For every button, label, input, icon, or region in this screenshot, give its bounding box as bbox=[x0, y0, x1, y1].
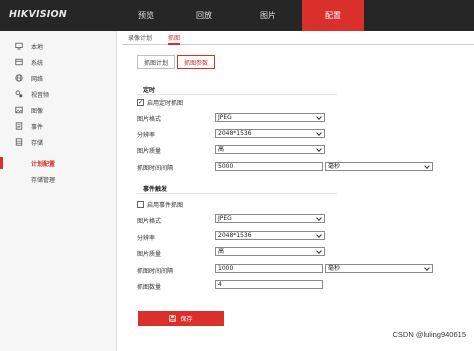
sidebar-item-label: 事件 bbox=[31, 123, 44, 131]
save-icon bbox=[169, 315, 177, 322]
brand-logo: HIKVISION bbox=[9, 9, 67, 20]
tab-capture-schedule[interactable]: 抓图计划 bbox=[137, 55, 176, 69]
sidebar-item-label: 存储 bbox=[31, 139, 44, 147]
section-title-timing: 定时 bbox=[143, 87, 156, 94]
storage-icon bbox=[13, 138, 25, 146]
event-resolution-select[interactable]: 2048*1536 bbox=[215, 231, 325, 240]
watermark: CSDN @luling940615 bbox=[392, 330, 467, 339]
primary-tabs: 录像计划 抓图 bbox=[122, 31, 474, 45]
nav-preview[interactable]: 预览 bbox=[118, 0, 174, 31]
timing-resolution-select[interactable]: 2048*1536 bbox=[215, 129, 325, 138]
sidebar-item-storage[interactable]: 存储 bbox=[0, 134, 116, 150]
event-enable-row: 启用事件抓图 bbox=[137, 200, 183, 209]
timing-quality-label: 图片质量 bbox=[137, 148, 162, 155]
timing-format-select[interactable]: JPEG bbox=[215, 113, 325, 122]
timing-interval-label: 抓图时间间隔 bbox=[137, 165, 174, 172]
event-resolution-label: 分辨率 bbox=[137, 235, 156, 242]
event-interval-label: 抓图时间间隔 bbox=[137, 268, 174, 275]
nav-picture[interactable]: 图片 bbox=[235, 0, 301, 31]
event-count-label: 抓图数量 bbox=[137, 284, 162, 291]
timing-quality-select[interactable]: 高 bbox=[215, 145, 325, 154]
nav-configuration[interactable]: 配置 bbox=[302, 0, 364, 31]
monitor-icon bbox=[13, 42, 25, 50]
sidebar-item-local[interactable]: 本地 bbox=[0, 38, 116, 54]
tab-capture-params[interactable]: 抓图参数 bbox=[177, 55, 216, 69]
section-title-event: 事件触发 bbox=[143, 186, 168, 193]
sidebar-item-event[interactable]: 事件 bbox=[0, 118, 116, 134]
event-format-label: 图片格式 bbox=[137, 218, 162, 225]
event-enable-checkbox[interactable] bbox=[137, 201, 144, 208]
event-format-select[interactable]: JPEG bbox=[215, 214, 325, 223]
tab-record-schedule[interactable]: 录像计划 bbox=[128, 33, 152, 45]
event-interval-input[interactable]: 1000 bbox=[215, 264, 323, 273]
sidebar-item-label: 系统 bbox=[31, 59, 44, 67]
sidebar-item-network[interactable]: 网络 bbox=[0, 70, 116, 86]
timing-interval-unit-select[interactable]: 毫秒 bbox=[325, 162, 433, 171]
nav-playback[interactable]: 回放 bbox=[175, 0, 233, 31]
logo-text: HIKVISION bbox=[9, 9, 67, 20]
timing-interval-input[interactable]: 5000 bbox=[215, 162, 323, 171]
image-icon bbox=[13, 106, 25, 114]
sidebar-item-label: 图像 bbox=[31, 107, 44, 115]
save-button[interactable]: 保存 bbox=[138, 311, 224, 326]
sidebar-item-av[interactable]: 视音频 bbox=[0, 86, 116, 102]
top-bar: HIKVISION 预览 回放 图片 配置 bbox=[0, 0, 474, 31]
secondary-tabs: 抓图计划 抓图参数 bbox=[137, 55, 216, 69]
event-quality-select[interactable]: 高 bbox=[215, 247, 325, 256]
av-icon bbox=[13, 90, 25, 98]
event-count-input[interactable]: 4 bbox=[215, 280, 323, 289]
sidebar-subitem-schedule[interactable]: 计划配置 bbox=[0, 155, 116, 171]
event-enable-label: 启用事件抓图 bbox=[147, 202, 184, 209]
sidebar: 本地 系统 网络 视音频 图像 事件 存储 计划配置 存储管理 bbox=[0, 31, 117, 351]
sidebar-item-label: 本地 bbox=[31, 43, 44, 51]
timing-format-label: 图片格式 bbox=[137, 116, 162, 123]
event-icon bbox=[13, 122, 25, 130]
globe-icon bbox=[13, 74, 25, 82]
sidebar-item-label: 视音频 bbox=[31, 91, 50, 99]
save-label: 保存 bbox=[180, 316, 193, 323]
timing-enable-label: 启用定时抓图 bbox=[147, 100, 184, 107]
sidebar-subitem-storage-management[interactable]: 存储管理 bbox=[0, 171, 116, 187]
divider bbox=[137, 193, 337, 194]
timing-resolution-label: 分辨率 bbox=[137, 132, 156, 139]
event-quality-label: 图片质量 bbox=[137, 251, 162, 258]
system-icon bbox=[13, 58, 25, 66]
sidebar-item-image[interactable]: 图像 bbox=[0, 102, 116, 118]
tab-capture[interactable]: 抓图 bbox=[168, 33, 181, 45]
event-interval-unit-select[interactable]: 毫秒 bbox=[325, 264, 433, 273]
sidebar-item-label: 网络 bbox=[31, 75, 44, 83]
sidebar-item-system[interactable]: 系统 bbox=[0, 54, 116, 70]
divider bbox=[137, 94, 337, 95]
timing-enable-checkbox[interactable]: ✓ bbox=[137, 99, 144, 106]
timing-enable-row: ✓ 启用定时抓图 bbox=[137, 98, 183, 107]
